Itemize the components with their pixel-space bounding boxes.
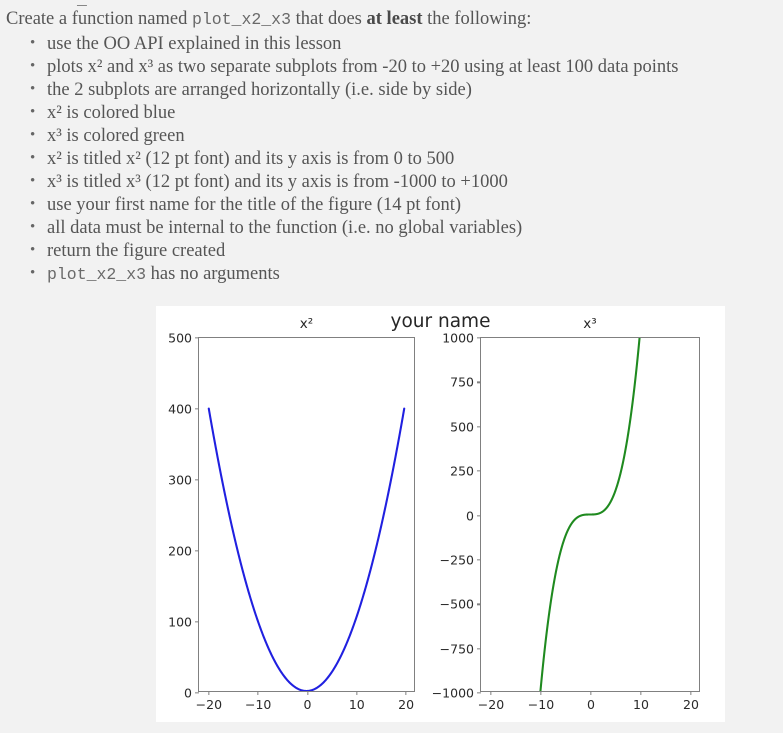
- intro-code: plot_x2_x3: [191, 10, 291, 29]
- x-tick-label: 10: [633, 697, 649, 712]
- requirement-item: use the OO API explained in this lesson: [30, 32, 783, 56]
- x-tick-label: 20: [398, 697, 415, 712]
- y-tick-mark: [477, 337, 481, 339]
- y-tick-label: 400: [168, 401, 192, 417]
- y-tick-mark: [195, 550, 199, 552]
- requirement-item: plot_x2_x3 has no arguments: [30, 262, 783, 286]
- x-tick-mark: [540, 691, 542, 695]
- y-tick-mark: [477, 381, 481, 384]
- x-tick-label: 20: [683, 697, 699, 712]
- requirement-item: x³ is colored green: [30, 124, 783, 148]
- requirement-item: plots x² and x³ as two separate subplots…: [30, 55, 783, 79]
- y-tick-label: 0: [466, 508, 474, 523]
- y-tick-label: 500: [450, 419, 474, 435]
- x-tick-mark: [490, 691, 492, 695]
- y-tick-mark: [477, 603, 481, 605]
- y-tick-label: 300: [168, 472, 192, 488]
- x-tick-mark: [356, 691, 358, 695]
- y-tick-label: −250: [439, 552, 474, 568]
- intro-after: the following:: [422, 9, 532, 29]
- x-tick-label: −20: [195, 697, 223, 712]
- y-tick-mark: [195, 479, 199, 481]
- x-tick-label: 0: [303, 697, 312, 712]
- requirement-item: return the figure created: [30, 239, 783, 263]
- series-line: [539, 338, 641, 691]
- y-tick-mark: [195, 621, 199, 623]
- y-tick-label: 0: [184, 685, 192, 701]
- requirement-item: the 2 subplots are arranged horizontally…: [30, 78, 783, 102]
- requirement-item: x² is colored blue: [30, 101, 783, 125]
- intro-line: Create a function named plot_x2_x3 that …: [6, 7, 783, 32]
- intro-mid: that does: [290, 9, 367, 29]
- requirement-item: all data must be internal to the functio…: [30, 216, 783, 240]
- matplotlib-figure: your name x² 0 100 200 300 400 500 −20 −10 0 10 20…: [156, 306, 725, 722]
- x-tick-label: 10: [348, 697, 365, 712]
- x-tick-mark: [306, 691, 309, 695]
- y-tick-label: 250: [450, 463, 474, 479]
- y-tick-mark: [477, 514, 481, 517]
- subplot-x2-title: x²: [299, 316, 314, 332]
- y-tick-label: 200: [168, 543, 192, 559]
- x-tick-label: −10: [244, 697, 272, 712]
- x-tick-label: −10: [527, 697, 555, 712]
- y-tick-mark: [195, 337, 199, 339]
- x-tick-label: 0: [587, 697, 595, 712]
- y-tick-mark: [477, 470, 481, 472]
- y-tick-label: −1000: [431, 685, 474, 701]
- y-tick-mark: [477, 647, 481, 650]
- y-tick-label: 750: [450, 374, 474, 390]
- requirement-code: plot_x2_x3: [47, 265, 147, 284]
- assignment-prose: Create a function named plot_x2_x3 that …: [0, 7, 783, 286]
- y-tick-mark: [477, 559, 481, 561]
- y-tick-label: 100: [168, 614, 192, 630]
- subplot-x3: x³ −1000 −750 −500 −250 0 250 500 750 1000 −20 −10…: [432, 316, 700, 712]
- x-tick-mark: [257, 691, 259, 695]
- x-tick-mark: [208, 691, 210, 695]
- requirement-item: use your first name for the title of the…: [30, 193, 783, 217]
- requirement-item: x² is titled x² (12 pt font) and its y a…: [30, 147, 783, 171]
- x-tick-mark: [690, 691, 692, 695]
- y-tick-mark: [477, 426, 481, 428]
- y-tick-mark: [195, 692, 199, 694]
- requirement-item: x³ is titled x³ (12 pt font) and its y a…: [30, 170, 783, 194]
- series-line: [207, 407, 406, 691]
- y-tick-mark: [195, 408, 199, 410]
- intro-before: Create a function named: [6, 9, 192, 29]
- y-tick-label: −750: [439, 641, 474, 657]
- intro-bold: at least: [366, 9, 423, 29]
- truncated-top-text-glyph: _: [77, 0, 87, 7]
- subplot-x3-curve: [539, 338, 641, 691]
- x-tick-mark: [640, 691, 642, 695]
- requirements-list: use the OO API explained in this lessonp…: [0, 32, 783, 286]
- y-tick-mark: [477, 692, 481, 694]
- subplot-x3-title: x³: [583, 316, 597, 332]
- x-tick-mark: [405, 691, 407, 695]
- x-tick-label: −20: [477, 697, 505, 712]
- y-tick-label: 500: [168, 330, 192, 346]
- truncated-top-text: _: [0, 0, 783, 7]
- subplot-x2-curve: [207, 407, 406, 691]
- x-tick-mark: [590, 691, 592, 695]
- y-tick-label: −500: [439, 596, 474, 612]
- subplot-x2: x² 0 100 200 300 400 500 −20 −10 0 10 20: [168, 316, 415, 712]
- y-tick-label: 1000: [442, 330, 474, 346]
